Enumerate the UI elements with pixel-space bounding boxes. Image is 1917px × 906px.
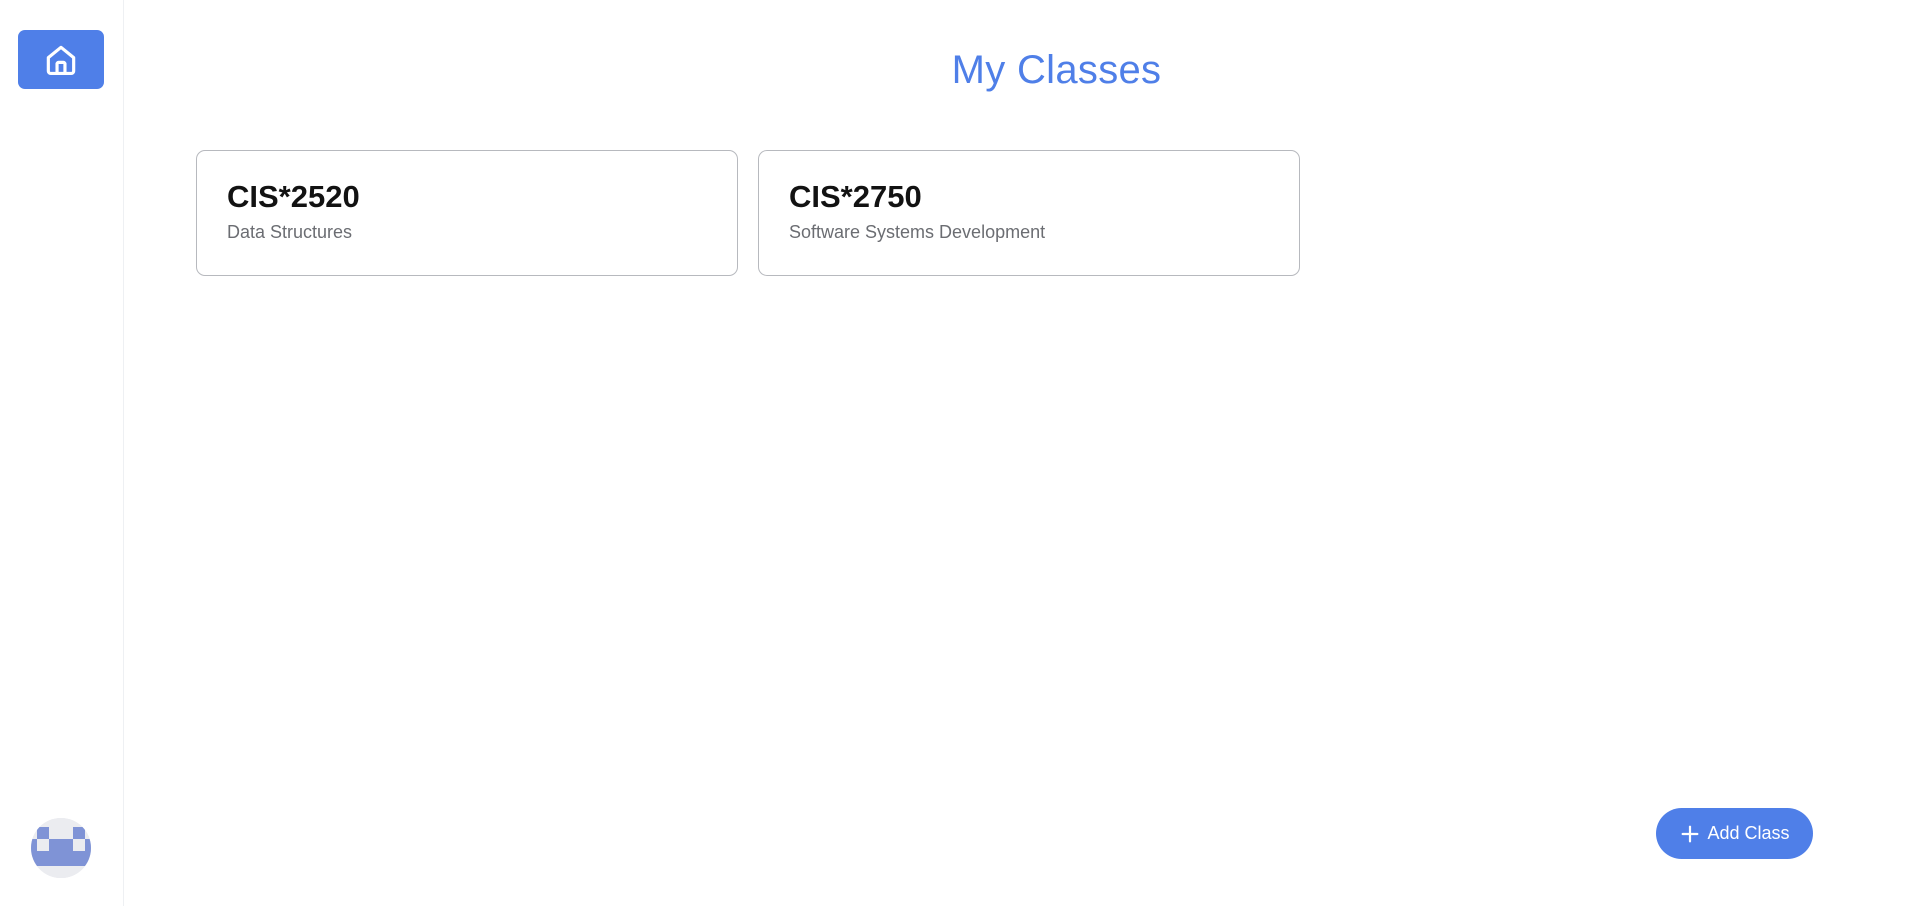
page-title: My Classes [951, 48, 1162, 92]
class-code: CIS*2520 [227, 179, 360, 214]
plus-icon [1679, 823, 1701, 845]
class-card[interactable]: CIS*2750 Software Systems Development [758, 150, 1300, 276]
add-class-button[interactable]: Add Class [1656, 808, 1813, 859]
home-button[interactable] [18, 30, 104, 89]
class-card[interactable]: CIS*2520 Data Structures [196, 150, 738, 276]
app-root: My Classes CIS*2520 Data Structures CIS*… [0, 0, 1917, 906]
avatar[interactable] [31, 818, 91, 878]
home-icon [42, 41, 80, 79]
class-name: Software Systems Development [789, 222, 1046, 242]
add-class-label: Add Class [1707, 823, 1790, 843]
class-name: Data Structures [227, 222, 353, 242]
sidebar [0, 0, 124, 906]
class-code: CIS*2750 [789, 179, 922, 214]
main-content: My Classes CIS*2520 Data Structures CIS*… [124, 0, 1917, 906]
